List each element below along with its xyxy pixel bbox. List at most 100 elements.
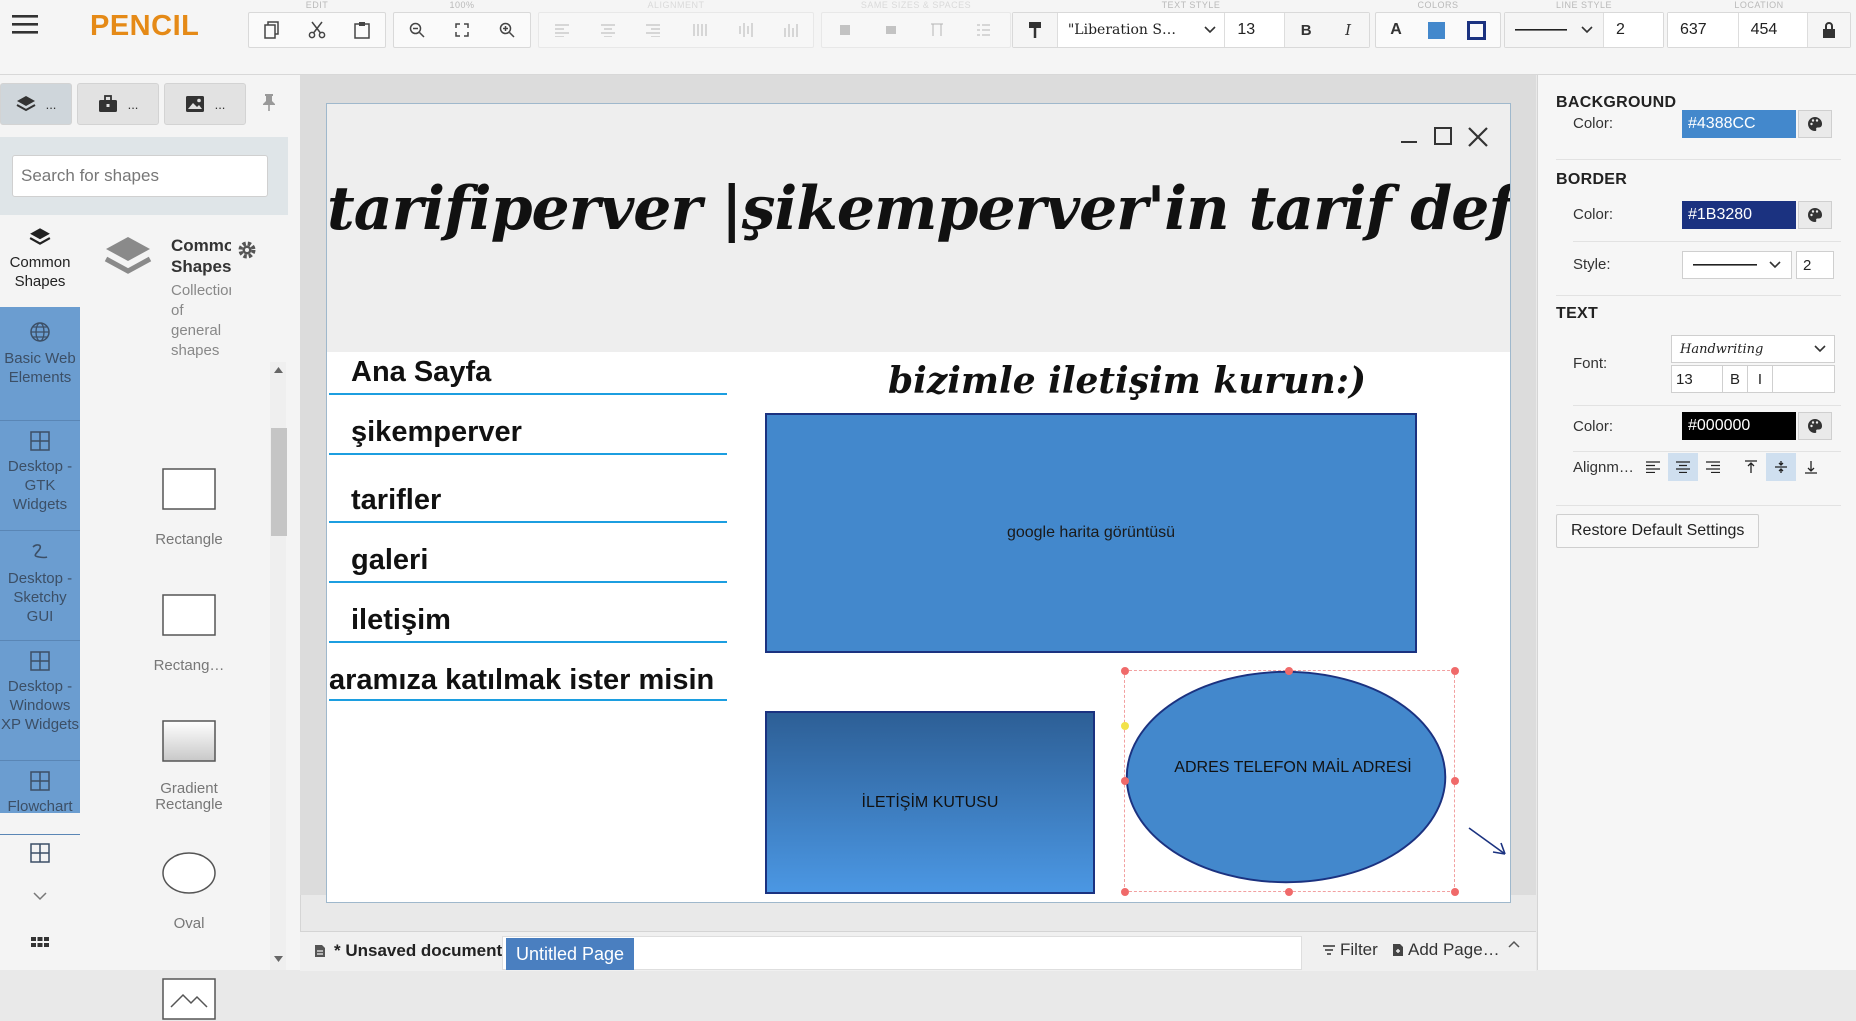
minimize-icon[interactable] — [1399, 126, 1419, 146]
category-basic-web[interactable]: Basic Web Elements — [0, 311, 80, 419]
fit-screen-icon[interactable] — [439, 13, 484, 47]
text-color-field[interactable]: #000000 — [1682, 412, 1796, 440]
category-sketchy[interactable]: Desktop - Sketchy GUI — [0, 531, 80, 639]
map-placeholder[interactable]: google harita görüntüsü — [765, 413, 1417, 653]
align-middle-icon[interactable] — [722, 13, 768, 47]
nav-sikemperver[interactable]: şikemperver — [329, 416, 727, 455]
category-scroll-down[interactable] — [0, 891, 80, 915]
nav-ana-sayfa[interactable]: Ana Sayfa — [329, 356, 727, 395]
apps-grid-button[interactable] — [0, 937, 80, 961]
add-page-button[interactable]: Add Page… — [1392, 940, 1500, 960]
zoom-out-icon[interactable] — [394, 13, 439, 47]
shape-rectangle[interactable]: Rectangle — [114, 467, 264, 548]
restore-default-button[interactable]: Restore Default Settings — [1556, 514, 1760, 548]
drawing-page[interactable]: tarifiperver |şikemperver'in tarif defte… — [326, 103, 1511, 903]
background-color-field[interactable]: #4388CC — [1682, 110, 1796, 138]
text-color-button[interactable]: A — [1376, 13, 1416, 47]
align-center-icon[interactable] — [585, 13, 631, 47]
shape-oval[interactable]: Oval — [114, 851, 264, 932]
tab-private-collections[interactable]: ... — [77, 83, 159, 125]
maximize-icon[interactable] — [1433, 126, 1453, 146]
palette-icon[interactable] — [1798, 201, 1832, 229]
close-icon[interactable] — [1467, 126, 1489, 148]
resize-handle[interactable] — [1451, 667, 1459, 675]
resize-handle[interactable] — [1451, 777, 1459, 785]
filter-button[interactable]: Filter — [1322, 940, 1378, 960]
align-bottom-icon[interactable] — [767, 13, 813, 47]
location-x-input[interactable]: 637 — [1668, 13, 1738, 47]
shape-image[interactable] — [114, 977, 264, 1021]
italic-button[interactable]: I — [1327, 13, 1370, 47]
text-align-center-icon[interactable] — [1668, 453, 1698, 481]
same-width-icon[interactable] — [822, 13, 868, 47]
paste-icon[interactable] — [340, 13, 385, 47]
contact-box[interactable]: İLETİŞİM KUTUSU — [765, 711, 1095, 894]
palette-icon[interactable] — [1798, 412, 1832, 440]
space-vertical-icon[interactable] — [960, 13, 1006, 47]
border-style-select[interactable] — [1682, 251, 1792, 279]
tab-clipart[interactable]: ... — [164, 83, 246, 125]
copy-icon[interactable] — [249, 13, 294, 47]
category-flowchart[interactable]: Flowchart — [0, 761, 80, 833]
valign-top-icon[interactable] — [1736, 453, 1766, 481]
text-font-select[interactable]: Handwriting — [1671, 335, 1835, 363]
zoom-in-icon[interactable] — [485, 13, 530, 47]
text-align-right-icon[interactable] — [1698, 453, 1728, 481]
align-top-icon[interactable] — [676, 13, 722, 47]
hamburger-menu-icon[interactable] — [10, 12, 46, 44]
nav-galeri[interactable]: galeri — [329, 544, 727, 583]
border-width-input[interactable]: 2 — [1796, 251, 1834, 279]
line-width-input[interactable]: 2 — [1603, 13, 1663, 47]
shape-gradient-rectangle[interactable]: Gradient Rectangle — [114, 719, 264, 813]
corner-radius-handle[interactable] — [1121, 722, 1129, 730]
resize-handle[interactable] — [1121, 888, 1129, 896]
text-size-input[interactable]: 13 — [1672, 366, 1723, 392]
border-color-button[interactable] — [1456, 13, 1496, 47]
cut-icon[interactable] — [294, 13, 339, 47]
align-left-icon[interactable] — [539, 13, 585, 47]
location-y-input[interactable]: 454 — [1737, 13, 1808, 47]
shape-label: Rectang… — [153, 657, 225, 674]
search-input[interactable] — [12, 155, 268, 197]
resize-handle[interactable] — [1121, 777, 1129, 785]
chevron-up-icon[interactable] — [1508, 940, 1520, 948]
nav-tarifler[interactable]: tarifler — [329, 484, 727, 523]
valign-bottom-icon[interactable] — [1796, 453, 1826, 481]
space-horizontal-icon[interactable] — [914, 13, 960, 47]
lock-icon[interactable] — [1807, 13, 1850, 47]
border-color-field[interactable]: #1B3280 — [1682, 201, 1796, 229]
text-align-left-icon[interactable] — [1638, 453, 1668, 481]
text-bold-button[interactable]: B — [1723, 366, 1748, 392]
gear-icon[interactable] — [236, 239, 258, 261]
shape-rectangle-2[interactable]: Rectang… — [114, 593, 264, 674]
category-winxp[interactable]: Desktop - Windows XP Widgets — [0, 641, 80, 759]
palette-icon[interactable] — [1798, 110, 1832, 138]
resize-handle[interactable] — [1285, 667, 1293, 675]
nav-iletisim[interactable]: iletişim — [329, 604, 727, 643]
nav-aramiza-katil[interactable]: aramıza katılmak ister misin — [329, 664, 727, 701]
scroll-down-icon[interactable] — [274, 956, 283, 962]
category-gtk[interactable]: Desktop - GTK Widgets — [0, 421, 80, 529]
font-family-select[interactable]: "Liberation S… — [1056, 13, 1225, 47]
format-painter-icon[interactable] — [1013, 13, 1057, 47]
tab-collections[interactable]: ... — [0, 83, 72, 125]
category-common-shapes[interactable]: Common Shapes — [0, 215, 80, 307]
border-color-swatch — [1466, 20, 1486, 40]
resize-handle[interactable] — [1285, 888, 1293, 896]
align-right-icon[interactable] — [630, 13, 676, 47]
category-more[interactable] — [0, 837, 80, 867]
scroll-up-icon[interactable] — [274, 367, 283, 373]
line-style-select[interactable] — [1505, 13, 1603, 47]
resize-handle[interactable] — [1121, 667, 1129, 675]
scrollbar-thumb[interactable] — [271, 428, 287, 536]
pin-icon[interactable] — [262, 93, 284, 115]
bold-button[interactable]: B — [1284, 13, 1328, 47]
same-height-icon[interactable] — [868, 13, 914, 47]
resize-handle[interactable] — [1451, 888, 1459, 896]
document-name[interactable]: * Unsaved document — [314, 941, 502, 961]
fill-color-button[interactable] — [1416, 13, 1456, 47]
valign-middle-icon[interactable] — [1766, 453, 1796, 481]
text-italic-button[interactable]: I — [1748, 366, 1773, 392]
font-size-input[interactable]: 13 — [1224, 13, 1285, 47]
page-tab[interactable]: Untitled Page — [506, 938, 635, 970]
